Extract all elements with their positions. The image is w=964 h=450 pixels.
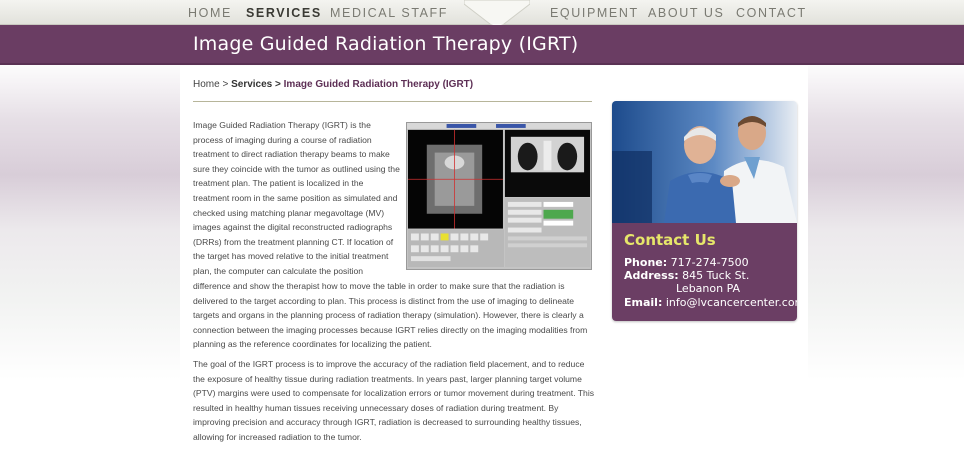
nav-about-us[interactable]: ABOUT US (648, 6, 724, 20)
article-paragraph-1-part-2: difference and show the therapist how to… (193, 281, 588, 350)
breadcrumb-current: Image Guided Radiation Therapy (IGRT) (283, 79, 474, 90)
article-paragraph-2: The goal of the IGRT process is to impro… (193, 359, 595, 442)
contact-card: Contact Us Phone: 717-274-7500 Address: … (612, 101, 797, 321)
address-line-2: Lebanon PA (676, 282, 741, 295)
phone-label: Phone: (624, 256, 668, 269)
nav-services[interactable]: SERVICES (246, 6, 322, 20)
divider (193, 101, 592, 102)
breadcrumb-separator: > (275, 79, 281, 90)
email-address[interactable]: info@lvcancercenter.com (666, 296, 797, 309)
contact-title: Contact Us (624, 231, 716, 249)
breadcrumb-separator: > (222, 79, 229, 90)
email-label: Email: (624, 296, 663, 309)
nav-equipment[interactable]: EQUIPMENT (550, 6, 639, 20)
main-nav: HOME SERVICES MEDICAL STAFF EQUIPMENT AB… (0, 0, 964, 27)
nav-center-notch (464, 0, 530, 27)
breadcrumb-home[interactable]: Home (193, 79, 220, 90)
address-line-1: 845 Tuck St. (682, 269, 750, 282)
contact-address: Address: 845 Tuck St. (624, 269, 749, 282)
contact-info: Contact Us Phone: 717-274-7500 Address: … (612, 223, 797, 321)
article-paragraph-1-part-1: Image Guided Radiation Therapy (IGRT) is… (193, 120, 400, 276)
title-banner: Image Guided Radiation Therapy (IGRT) (0, 25, 964, 65)
address-label: Address: (624, 269, 679, 282)
contact-email: Email: info@lvcancercenter.com (624, 296, 797, 309)
breadcrumb: Home > Services > Image Guided Radiation… (193, 79, 473, 90)
page-title: Image Guided Radiation Therapy (IGRT) (193, 33, 579, 55)
breadcrumb-services[interactable]: Services (231, 79, 272, 90)
nav-medical-staff[interactable]: MEDICAL STAFF (330, 6, 448, 20)
doctor-patient-photo (612, 101, 797, 223)
igrt-software-image (406, 122, 592, 270)
nav-contact[interactable]: CONTACT (736, 6, 807, 20)
nav-home[interactable]: HOME (188, 6, 232, 20)
phone-number[interactable]: 717-274-7500 (671, 256, 749, 269)
contact-phone: Phone: 717-274-7500 (624, 256, 749, 269)
